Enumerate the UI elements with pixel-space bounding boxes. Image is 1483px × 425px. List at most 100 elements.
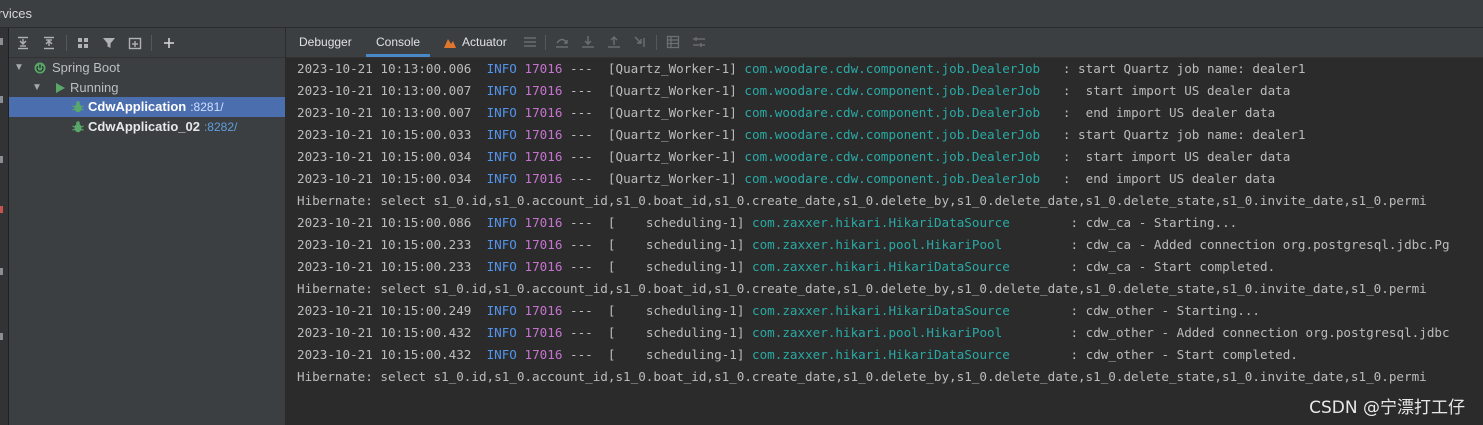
log-message: : cdw_ca - Starting...	[1055, 215, 1238, 230]
log-pid: 17016	[524, 171, 563, 186]
app-port-link[interactable]: :8282/	[204, 120, 237, 134]
log-pid: 17016	[524, 149, 563, 164]
log-thread: --- [ scheduling-1]	[570, 303, 745, 318]
tab-console[interactable]: Console	[365, 28, 431, 57]
step-into-icon[interactable]	[580, 34, 596, 50]
step-over-icon[interactable]	[554, 34, 570, 50]
title-bar: rvices	[0, 0, 1483, 28]
tree-node-label: Spring Boot	[52, 60, 120, 75]
log-message: : end import US dealer data	[1047, 171, 1276, 186]
log-timestamp: 2023-10-21 10:15:00.033	[297, 127, 472, 142]
tree-node-cdwapplicatio-02[interactable]: CdwApplicatio_02:8282/	[9, 117, 285, 137]
step-out-icon[interactable]	[606, 34, 622, 50]
watermark: CSDN @宁漂打工仔	[1309, 398, 1465, 418]
log-message: : cdw_other - Starting...	[1055, 303, 1261, 318]
log-timestamp: 2023-10-21 10:15:00.233	[297, 259, 472, 274]
group-by-icon[interactable]	[74, 33, 94, 53]
menu-icon[interactable]	[522, 34, 538, 50]
log-message: : cdw_ca - Added connection org.postgres…	[1055, 237, 1450, 252]
log-pid: 17016	[524, 303, 563, 318]
tree-node-app-label: CdwApplicatio_02:8282/	[88, 117, 237, 137]
log-line: 2023-10-21 10:15:00.432 INFO 17016 --- […	[297, 344, 1483, 366]
log-message: : start import US dealer data	[1047, 149, 1291, 164]
tree-node-running[interactable]: ▼ Running	[9, 78, 285, 98]
run-to-cursor-icon[interactable]	[632, 34, 648, 50]
tree-node-spring-boot[interactable]: ▼ Spring Boot	[9, 58, 285, 78]
log-line: 2023-10-21 10:13:00.007 INFO 17016 --- […	[297, 80, 1483, 102]
log-line-hibernate: Hibernate: select s1_0.id,s1_0.account_i…	[297, 278, 1483, 300]
log-logger: com.woodare.cdw.component.job.DealerJob	[744, 149, 1048, 164]
services-toolbar	[9, 28, 285, 58]
log-logger: com.zaxxer.hikari.HikariDataSource	[752, 303, 1056, 318]
strip-marker	[0, 333, 3, 340]
log-timestamp: 2023-10-21 10:13:00.006	[297, 61, 472, 76]
log-level: INFO	[486, 127, 517, 142]
trace-settings-icon[interactable]	[691, 34, 707, 50]
log-timestamp: 2023-10-21 10:15:00.432	[297, 347, 472, 362]
debug-bug-icon	[71, 100, 85, 114]
log-line: 2023-10-21 10:15:00.233 INFO 17016 --- […	[297, 234, 1483, 256]
log-logger: com.zaxxer.hikari.HikariDataSource	[752, 259, 1056, 274]
expand-all-icon[interactable]	[13, 33, 33, 53]
toolbar-separator	[66, 35, 67, 51]
actuator-icon	[443, 35, 459, 51]
filter-icon[interactable]	[99, 33, 119, 53]
log-level: INFO	[486, 259, 517, 274]
log-logger: com.woodare.cdw.component.job.DealerJob	[744, 127, 1048, 142]
log-timestamp: 2023-10-21 10:13:00.007	[297, 83, 472, 98]
log-line: 2023-10-21 10:15:00.034 INFO 17016 --- […	[297, 146, 1483, 168]
log-thread: --- [ scheduling-1]	[570, 259, 745, 274]
log-text: Hibernate: select s1_0.id,s1_0.account_i…	[297, 369, 1427, 384]
toolbar-separator	[151, 35, 152, 51]
log-line: 2023-10-21 10:15:00.249 INFO 17016 --- […	[297, 300, 1483, 322]
log-message: : cdw_other - Start completed.	[1055, 347, 1298, 362]
log-thread: --- [Quartz_Worker-1]	[570, 149, 737, 164]
strip-marker	[0, 96, 3, 103]
console-tab-bar: Debugger Console Actuator	[286, 28, 1483, 58]
log-line: 2023-10-21 10:15:00.233 INFO 17016 --- […	[297, 256, 1483, 278]
tab-debugger[interactable]: Debugger	[297, 28, 354, 57]
log-thread: --- [Quartz_Worker-1]	[570, 127, 737, 142]
log-logger: com.woodare.cdw.component.job.DealerJob	[744, 61, 1048, 76]
log-message: : start Quartz job name: dealer1	[1047, 61, 1306, 76]
tree-node-cdwapplication[interactable]: CdwApplication:8281/	[9, 97, 285, 117]
window-title: rvices	[0, 6, 32, 21]
chevron-down-icon[interactable]: ▼	[31, 78, 43, 98]
console-output[interactable]: 2023-10-21 10:13:00.006 INFO 17016 --- […	[297, 58, 1483, 425]
tab-actuator[interactable]: Actuator	[460, 28, 509, 57]
log-timestamp: 2023-10-21 10:13:00.007	[297, 105, 472, 120]
open-in-new-tab-icon[interactable]	[125, 33, 145, 53]
evaluate-expression-icon[interactable]	[665, 34, 681, 50]
log-logger: com.woodare.cdw.component.job.DealerJob	[744, 171, 1048, 186]
strip-marker	[0, 156, 3, 163]
log-line: 2023-10-21 10:15:00.034 INFO 17016 --- […	[297, 168, 1483, 190]
chevron-down-icon[interactable]: ▼	[13, 58, 25, 78]
log-thread: --- [Quartz_Worker-1]	[570, 61, 737, 76]
log-level: INFO	[486, 347, 517, 362]
log-thread: --- [ scheduling-1]	[570, 237, 745, 252]
log-timestamp: 2023-10-21 10:15:00.034	[297, 149, 472, 164]
log-line: 2023-10-21 10:15:00.033 INFO 17016 --- […	[297, 124, 1483, 146]
log-line: 2023-10-21 10:15:00.086 INFO 17016 --- […	[297, 212, 1483, 234]
log-text: Hibernate: select s1_0.id,s1_0.account_i…	[297, 281, 1427, 296]
log-logger: com.woodare.cdw.component.job.DealerJob	[744, 83, 1048, 98]
add-service-icon[interactable]	[159, 33, 179, 53]
tree-node-label: Running	[70, 80, 119, 95]
log-logger: com.zaxxer.hikari.pool.HikariPool	[752, 237, 1056, 252]
toolbar-separator	[545, 35, 546, 50]
tool-window-strip[interactable]	[0, 28, 9, 425]
run-icon	[53, 81, 67, 95]
log-pid: 17016	[524, 61, 563, 76]
log-thread: --- [Quartz_Worker-1]	[570, 171, 737, 186]
app-port-link[interactable]: :8281/	[190, 100, 223, 114]
strip-marker	[0, 38, 3, 45]
strip-marker	[0, 268, 3, 275]
log-pid: 17016	[524, 347, 563, 362]
log-message: : cdw_ca - Start completed.	[1055, 259, 1276, 274]
log-message: : cdw_other - Added connection org.postg…	[1055, 325, 1450, 340]
log-pid: 17016	[524, 325, 563, 340]
log-text: Hibernate: select s1_0.id,s1_0.account_i…	[297, 193, 1427, 208]
log-thread: --- [Quartz_Worker-1]	[570, 105, 737, 120]
collapse-all-icon[interactable]	[39, 33, 59, 53]
strip-marker-error	[0, 206, 3, 213]
